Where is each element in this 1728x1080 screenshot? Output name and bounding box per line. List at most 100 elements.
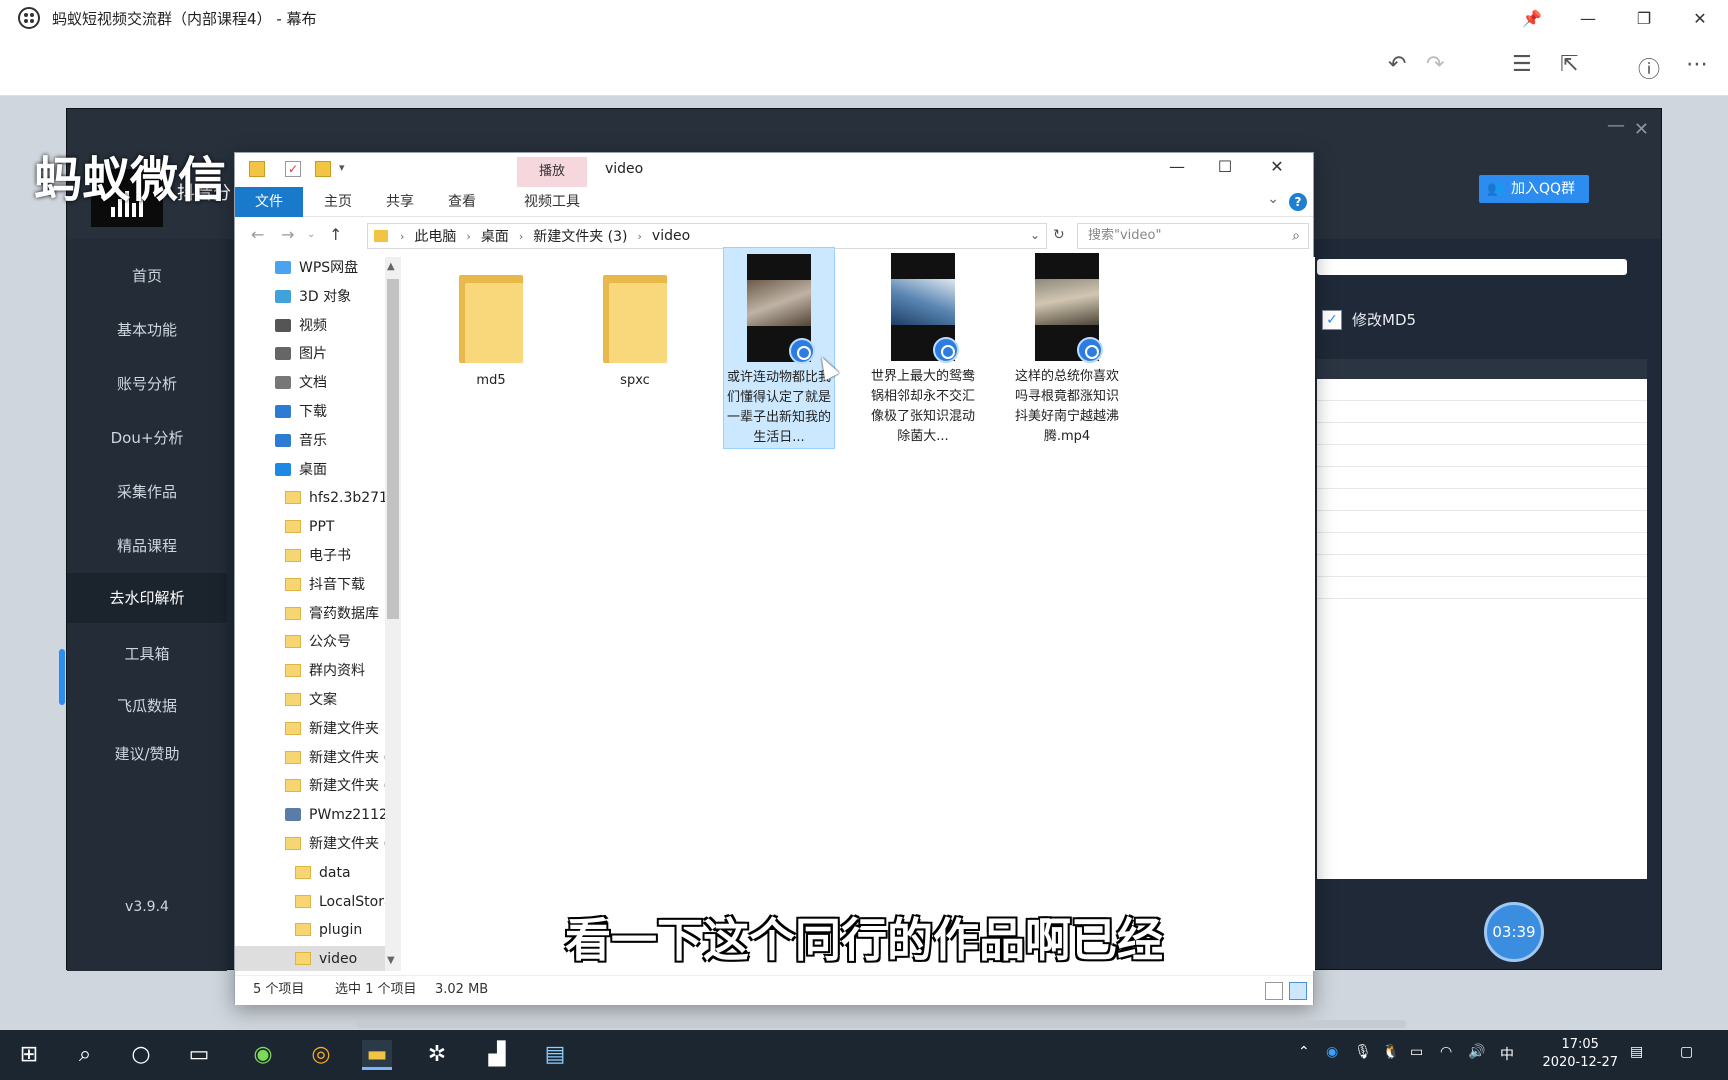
address-dropdown-icon[interactable]: ⌄ bbox=[1030, 228, 1040, 242]
minimize-button[interactable]: — bbox=[1560, 9, 1616, 28]
breadcrumb-desktop[interactable]: 桌面 bbox=[481, 226, 509, 246]
tree-item[interactable]: 新建文件夹 (2) bbox=[235, 745, 385, 771]
tray-expand-icon[interactable]: ⌃ bbox=[1298, 1044, 1310, 1060]
nav-home[interactable]: 首页 bbox=[67, 265, 227, 286]
nav-account-analysis[interactable]: 账号分析 bbox=[67, 373, 227, 394]
search-icon[interactable]: ⌕ bbox=[70, 1040, 100, 1070]
tree-item[interactable]: WPS网盘 bbox=[235, 257, 385, 281]
tree-item[interactable]: 视频 bbox=[235, 313, 385, 339]
pin-icon[interactable]: 📌 bbox=[1504, 9, 1560, 28]
chrome-icon[interactable]: ◎ bbox=[306, 1040, 336, 1070]
new-folder-icon[interactable] bbox=[315, 161, 331, 177]
folder-spxc[interactable]: spxc bbox=[579, 263, 691, 391]
video-file-1[interactable]: 或许连动物都比我们懂得认定了就是一辈子出新知我的生活日... bbox=[723, 247, 835, 449]
help-icon[interactable]: ? bbox=[1289, 193, 1307, 211]
chevron-down-icon[interactable]: ⌄ bbox=[1267, 191, 1279, 207]
explorer-minimize-button[interactable]: — bbox=[1153, 157, 1201, 176]
tree-item[interactable]: hfs2.3b271 bbox=[235, 485, 385, 511]
tree-item[interactable]: 电子书 bbox=[235, 543, 385, 569]
tree-item[interactable]: 图片 bbox=[235, 341, 385, 367]
nav-courses[interactable]: 精品课程 bbox=[67, 535, 227, 556]
close-button[interactable]: ✕ bbox=[1672, 9, 1728, 28]
back-icon[interactable]: ← bbox=[251, 225, 264, 244]
recent-dropdown-icon[interactable]: ⌄ bbox=[307, 229, 315, 240]
nav-feedback[interactable]: 建议/赞助 bbox=[67, 743, 227, 764]
tree-item[interactable]: 下载 bbox=[235, 399, 385, 425]
modify-md5-checkbox[interactable]: ✓ 修改MD5 bbox=[1322, 309, 1416, 330]
forward-icon[interactable]: → bbox=[281, 225, 294, 244]
clock[interactable]: 17:05 2020-12-27 bbox=[1542, 1036, 1618, 1072]
breadcrumb-new-folder-3[interactable]: 新建文件夹 (3) bbox=[533, 226, 627, 246]
video-file-2[interactable]: 世界上最大的鸳鸯锅相邻却永不交汇像极了张知识混动除菌大... bbox=[867, 247, 979, 447]
microphone-icon[interactable]: 🎙 bbox=[1354, 1044, 1372, 1060]
tab-video-tools[interactable]: 视频工具 bbox=[511, 187, 593, 217]
tree-item[interactable]: PPT bbox=[235, 514, 385, 540]
play-context-tab[interactable]: 播放 bbox=[517, 157, 587, 187]
details-view-icon[interactable] bbox=[1265, 982, 1283, 1000]
checkbox-box[interactable]: ✓ bbox=[1322, 309, 1342, 330]
up-icon[interactable]: ↑ bbox=[329, 225, 342, 244]
redo-icon[interactable]: ↷ bbox=[1426, 52, 1444, 77]
quick-access-dropdown-icon[interactable]: ▾ bbox=[339, 161, 345, 174]
tree-item[interactable]: 抖音下载 bbox=[235, 572, 385, 598]
tree-item[interactable]: 音乐 bbox=[235, 428, 385, 454]
nav-collect[interactable]: 采集作品 bbox=[67, 481, 227, 502]
tree-item[interactable]: 新建文件夹 (3) bbox=[235, 831, 385, 857]
breadcrumb-video[interactable]: video bbox=[652, 228, 690, 244]
search-icon[interactable]: ⌕ bbox=[1292, 224, 1300, 248]
tray-app-icon[interactable]: ◉ bbox=[1326, 1044, 1338, 1060]
nav-dou-analysis[interactable]: Dou+分析 bbox=[67, 427, 227, 448]
notepad-icon[interactable]: ▤ bbox=[540, 1040, 570, 1070]
tree-item[interactable]: 桌面 bbox=[235, 457, 385, 483]
scroll-up-icon[interactable]: ▲ bbox=[387, 261, 395, 272]
file-explorer-icon[interactable]: ▬ bbox=[362, 1040, 392, 1070]
volume-icon[interactable]: 🔊 bbox=[1468, 1044, 1485, 1060]
restore-button[interactable]: ❐ bbox=[1616, 9, 1672, 28]
scroll-thumb[interactable] bbox=[387, 279, 399, 619]
tree-item[interactable]: 新建文件夹 bbox=[235, 716, 385, 742]
undo-icon[interactable]: ↶ bbox=[1388, 52, 1406, 77]
tree-item[interactable]: 膏药数据库 bbox=[235, 601, 385, 627]
wifi-icon[interactable]: ◠ bbox=[1440, 1044, 1452, 1060]
battery-icon[interactable]: ▭ bbox=[1410, 1044, 1423, 1060]
windows-start-icon[interactable]: ⊞ bbox=[14, 1040, 44, 1070]
browser-360-icon[interactable]: ◉ bbox=[248, 1040, 278, 1070]
douyin-tool-taskbar-icon[interactable]: ▟ bbox=[482, 1040, 512, 1070]
more-icon[interactable]: ⋯ bbox=[1686, 52, 1708, 77]
video-file-3[interactable]: 这样的总统你喜欢吗寻根竟都涨知识抖美好南宁越越沸腾.mp4 bbox=[1011, 247, 1123, 447]
tool-minimize-button[interactable]: — bbox=[1607, 115, 1625, 136]
tab-share[interactable]: 共享 bbox=[375, 187, 425, 217]
tree-item[interactable]: PWmz211227 bbox=[235, 802, 385, 828]
action-center-icon[interactable]: ▢ bbox=[1680, 1044, 1693, 1060]
properties-icon[interactable]: ✓ bbox=[285, 161, 301, 177]
nav-basic[interactable]: 基本功能 bbox=[67, 319, 227, 340]
task-view-icon[interactable]: ▭ bbox=[184, 1040, 214, 1070]
tree-item[interactable]: 3D 对象 bbox=[235, 284, 385, 310]
tree-item[interactable]: 群内资料 bbox=[235, 658, 385, 684]
ime-indicator[interactable]: 中 bbox=[1500, 1044, 1514, 1064]
cortana-icon[interactable]: ○ bbox=[126, 1040, 156, 1070]
tree-item[interactable]: data bbox=[235, 860, 385, 886]
tool-close-button[interactable]: ✕ bbox=[1634, 119, 1649, 140]
tab-file[interactable]: 文件 bbox=[235, 187, 303, 217]
tab-view[interactable]: 查看 bbox=[437, 187, 487, 217]
folder-md5[interactable]: md5 bbox=[435, 263, 547, 391]
nav-watermark-removal[interactable]: 去水印解析 bbox=[67, 573, 227, 623]
tree-item[interactable]: 新建文件夹 (3) bbox=[235, 773, 385, 799]
mubu-taskbar-icon[interactable]: ✲ bbox=[422, 1040, 452, 1070]
tree-item[interactable]: 公众号 bbox=[235, 629, 385, 655]
qq-icon[interactable]: 🐧 bbox=[1382, 1044, 1399, 1060]
url-input[interactable] bbox=[1317, 259, 1627, 275]
tree-item[interactable]: 文档 bbox=[235, 370, 385, 396]
search-input[interactable]: 搜索"video" ⌕ bbox=[1077, 223, 1309, 249]
nav-scrollbar[interactable]: ▲ ▼ bbox=[385, 257, 401, 971]
join-qq-button[interactable]: 加入QQ群 bbox=[1478, 175, 1589, 203]
horizontal-scrollbar[interactable] bbox=[356, 1020, 1406, 1028]
refresh-icon[interactable]: ↻ bbox=[1053, 227, 1065, 243]
large-icons-view-icon[interactable] bbox=[1289, 982, 1307, 1000]
breadcrumb-this-pc[interactable]: 此电脑 bbox=[414, 226, 456, 246]
tab-home[interactable]: 主页 bbox=[313, 187, 363, 217]
help-icon[interactable]: ⓘ bbox=[1638, 52, 1660, 84]
tree-item[interactable]: 文案 bbox=[235, 687, 385, 713]
export-icon[interactable]: ⇱ bbox=[1560, 52, 1578, 77]
